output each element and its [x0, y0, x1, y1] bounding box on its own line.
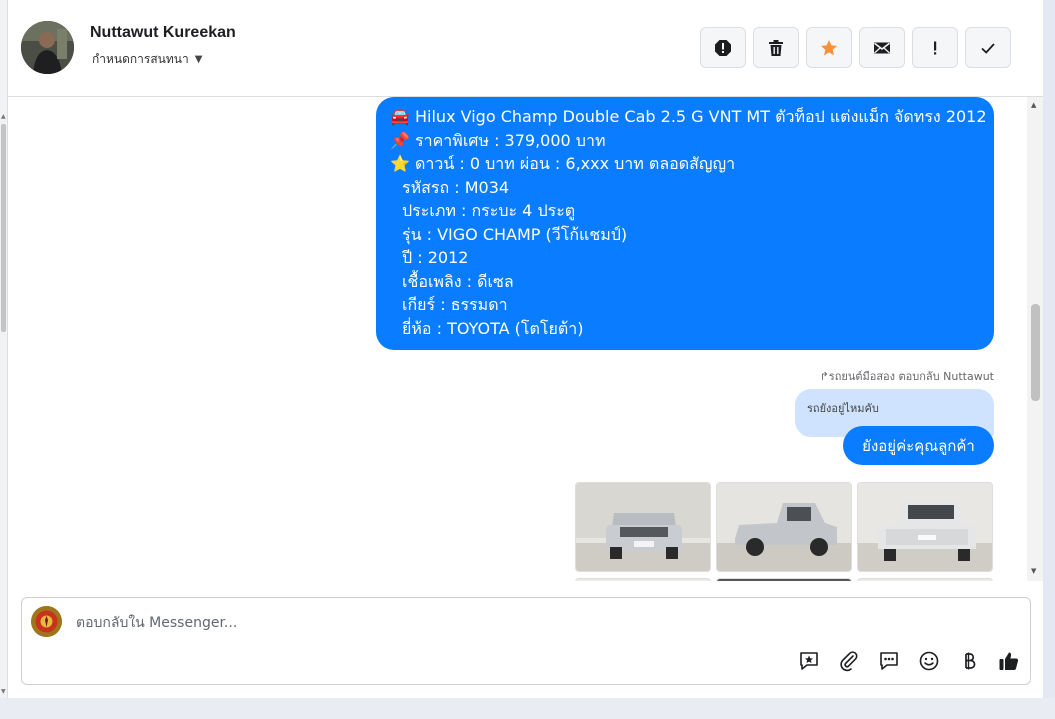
window-bottom [0, 698, 1055, 719]
exclamation-icon [934, 41, 937, 54]
envelope-icon [874, 42, 890, 53]
listing-line: ประเภท : กระบะ 4 ประตู [402, 201, 576, 220]
status-label: กำหนดการสนทนา [92, 52, 189, 66]
composer-tools [793, 646, 1025, 676]
action-toolbar [700, 27, 1011, 68]
car-photo[interactable] [716, 578, 852, 581]
contact-name[interactable]: Nuttawut Kureekan [90, 24, 236, 42]
paperclip-icon [840, 651, 858, 672]
left-scrollbar[interactable]: ▲ ▼ [0, 0, 8, 719]
mark-important-button[interactable] [912, 27, 958, 68]
star-button[interactable] [806, 27, 852, 68]
emoji-button[interactable] [913, 646, 945, 676]
scroll-down-icon[interactable]: ▼ [1031, 567, 1036, 575]
scroll-up-icon[interactable]: ▲ [1031, 101, 1036, 109]
checkmark-icon [981, 42, 995, 54]
listing-line: เชื้อเพลิง : ดีเซล [402, 271, 514, 291]
car-photo-side[interactable] [716, 482, 852, 572]
conversation-schedule-dropdown[interactable]: กำหนดการสนทนา ▼ [92, 50, 202, 69]
chat-bubble-dots-icon [880, 652, 898, 670]
reply-context-note: ↱รถยนต์มือสอง ตอบกลับ Nuttawut [819, 370, 994, 383]
star-icon [821, 39, 837, 55]
thread-scrollbar[interactable]: ▲ ▼ [1027, 97, 1043, 581]
baht-icon [965, 652, 976, 670]
car-photo-rear[interactable] [857, 482, 993, 572]
chat-star-icon [800, 652, 818, 670]
car-photo[interactable] [575, 578, 711, 581]
listing-line: 🚘 Hilux Vigo Champ Double Cab 2.5 G VNT … [390, 107, 987, 126]
conversation-header: Nuttawut Kureekan กำหนดการสนทนา ▼ [8, 0, 1043, 97]
like-button[interactable] [993, 646, 1025, 676]
car-photo-gallery [575, 482, 993, 581]
window-edge [1043, 0, 1055, 719]
report-spam-button[interactable] [700, 27, 746, 68]
car-photo[interactable] [857, 578, 993, 581]
conversation-panel: Nuttawut Kureekan กำหนดการสนทนา ▼ 🚘 Hilu… [8, 0, 1043, 698]
scrollbar-thumb[interactable] [1031, 304, 1040, 401]
payment-button[interactable] [953, 646, 985, 676]
delete-button[interactable] [753, 27, 799, 68]
mark-done-button[interactable] [965, 27, 1011, 68]
attach-file-button[interactable] [833, 646, 865, 676]
reply-message[interactable]: ยังอยู่ค่ะคุณลูกค้า [843, 426, 994, 465]
message-thread[interactable]: 🚘 Hilux Vigo Champ Double Cab 2.5 G VNT … [8, 97, 1043, 581]
contact-avatar[interactable] [21, 21, 74, 74]
listing-line: 📌 ราคาพิเศษ : 379,000 บาท [390, 130, 606, 150]
listing-line: ปี : 2012 [402, 248, 469, 267]
saved-replies-button[interactable] [793, 646, 825, 676]
caret-down-icon: ▼ [194, 54, 203, 65]
message-composer [21, 597, 1031, 685]
listing-line: รุ่น : VIGO CHAMP (วีโก้แชมป์) [402, 224, 628, 244]
message-input[interactable] [76, 612, 776, 634]
alert-octagon-icon [715, 39, 731, 56]
scroll-up-icon[interactable]: ▲ [1, 113, 6, 120]
thumbs-up-icon [999, 652, 1019, 671]
smiley-icon [919, 651, 939, 671]
scrollbar-thumb[interactable] [1, 124, 6, 332]
listing-line: รหัสรถ : M034 [402, 177, 510, 197]
trash-icon [769, 39, 783, 56]
quick-reply-button[interactable] [873, 646, 905, 676]
mail-button[interactable] [859, 27, 905, 68]
listing-line: เกียร์ : ธรรมดา [402, 295, 508, 314]
car-listing-message[interactable]: 🚘 Hilux Vigo Champ Double Cab 2.5 G VNT … [376, 97, 994, 350]
scroll-down-icon[interactable]: ▼ [1, 688, 6, 695]
page-avatar [31, 606, 62, 637]
listing-line: ยี่ห้อ : TOYOTA (โตโยต้า) [402, 318, 584, 338]
listing-line: ⭐ ดาวน์ : 0 บาท ผ่อน : 6,xxx บาท ตลอดสัญ… [390, 154, 736, 173]
car-photo-front[interactable] [575, 482, 711, 572]
